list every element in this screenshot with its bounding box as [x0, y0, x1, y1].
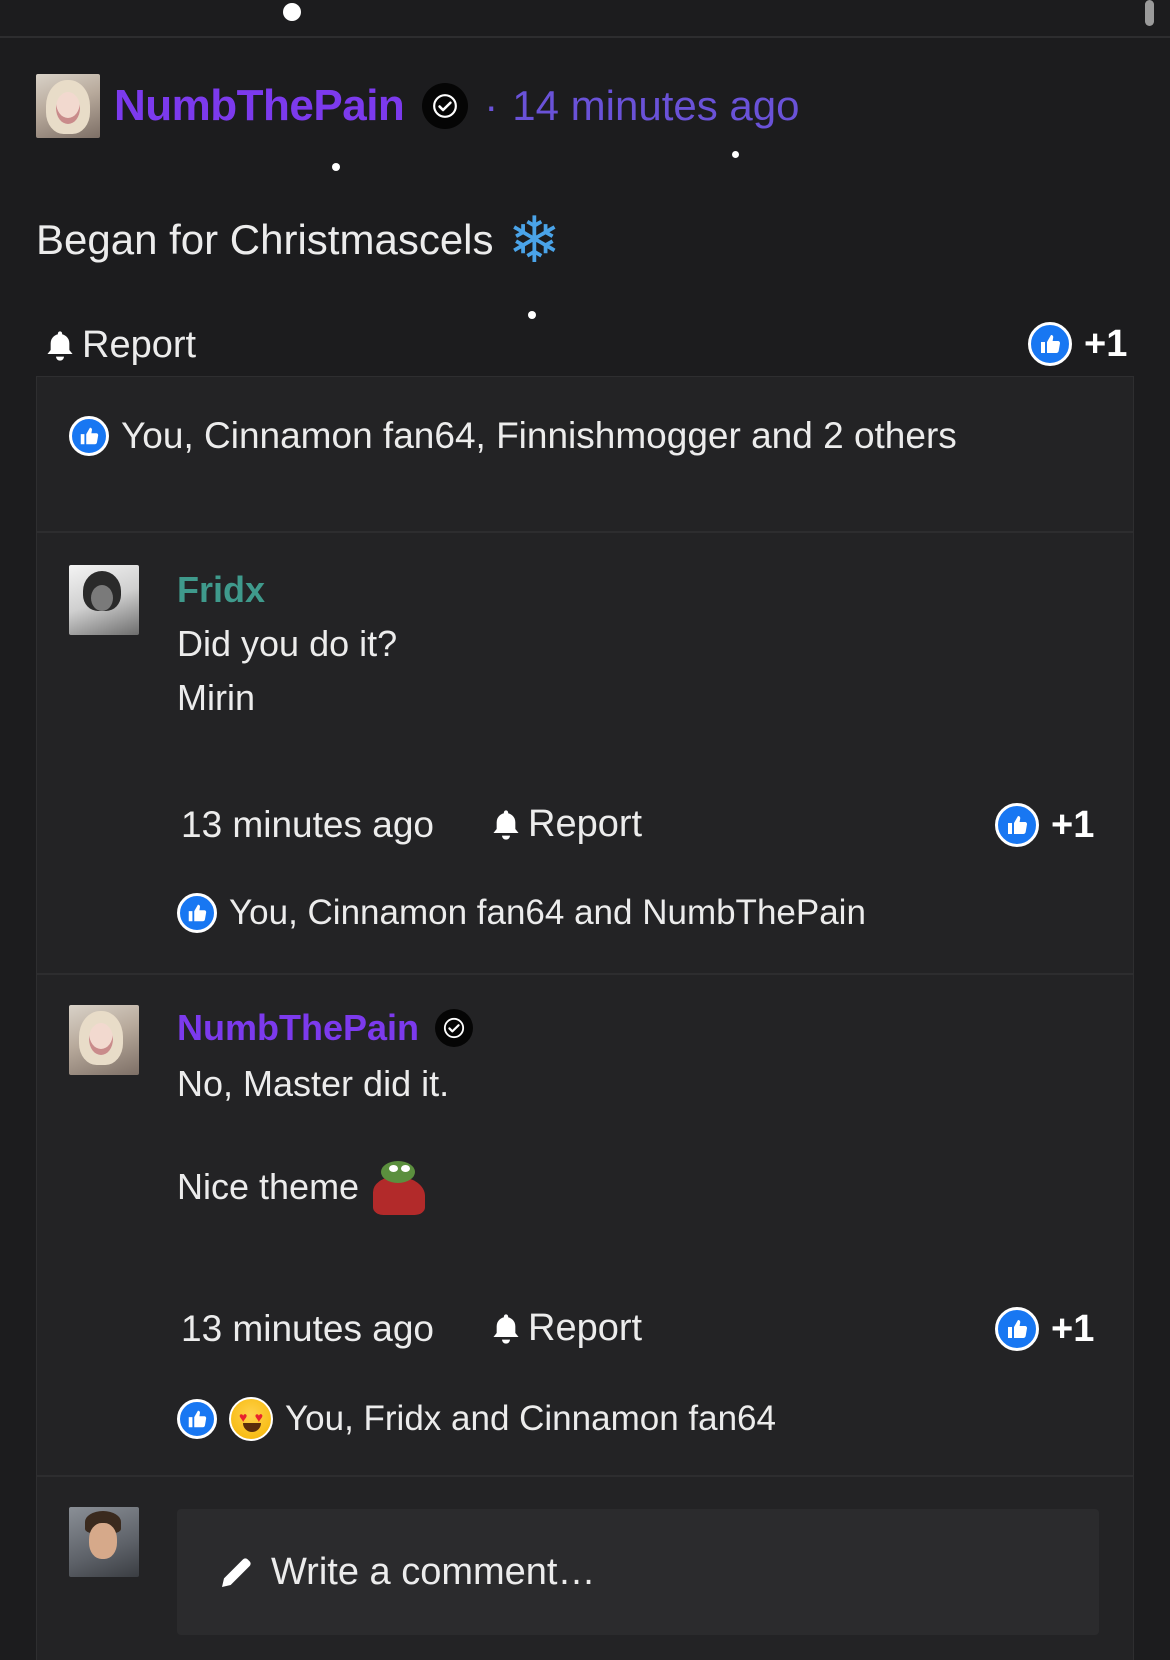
bell-icon: [493, 1313, 519, 1344]
thumbs-up-icon: [995, 803, 1039, 847]
snow-particle: [732, 151, 739, 158]
comment-line: Mirin: [177, 677, 255, 718]
comment-likes-summary[interactable]: ♥ ♥ You, Fridx and Cinnamon fan64: [177, 1397, 776, 1441]
snow-particle: [332, 163, 340, 171]
avatar[interactable]: [69, 565, 139, 635]
snow-particle: [283, 3, 301, 21]
comment-author-name[interactable]: NumbThePain: [177, 1007, 419, 1049]
thumbs-up-icon: [995, 1307, 1039, 1351]
write-comment-placeholder: Write a comment…: [271, 1550, 596, 1593]
comment-avatar[interactable]: [69, 1005, 139, 1075]
top-bar: [0, 0, 1170, 38]
bell-icon: [493, 809, 519, 840]
report-button[interactable]: Report: [490, 1307, 642, 1350]
current-user-avatar[interactable]: [69, 1507, 139, 1577]
post-text: Began for Christmascels: [36, 216, 494, 263]
divider: [37, 531, 1133, 533]
likes-summary-text: You, Cinnamon fan64, Finnishmogger and 2…: [121, 415, 957, 456]
report-button[interactable]: Report: [490, 803, 642, 846]
post-header: NumbThePain · 14 minutes ago: [36, 74, 800, 138]
write-comment-input[interactable]: Write a comment…: [177, 1509, 1099, 1635]
post-body: Began for Christmascels ❄: [36, 208, 561, 272]
comment-likes-summary[interactable]: You, Cinnamon fan64 and NumbThePain: [177, 893, 866, 933]
comments-section: You, Cinnamon fan64, Finnishmogger and 2…: [36, 376, 1134, 1660]
report-label: Report: [82, 324, 197, 366]
bell-icon: [47, 330, 73, 361]
thumbs-up-icon: [1028, 322, 1072, 366]
thumbs-up-icon: [177, 893, 217, 933]
pepe-blanket-emoji-icon: [371, 1159, 427, 1215]
like-count: +1: [1051, 1307, 1095, 1350]
comment-timestamp[interactable]: 13 minutes ago: [181, 1308, 434, 1350]
report-label: Report: [528, 803, 643, 845]
comment-actions: 13 minutes ago Report: [181, 1307, 642, 1350]
thumbs-up-icon: [69, 416, 109, 456]
comment-author[interactable]: Fridx: [177, 569, 265, 611]
comment-line: No, Master did it.: [177, 1063, 450, 1104]
comment-actions: 13 minutes ago Report: [181, 803, 642, 846]
verified-badge-icon: [422, 83, 469, 129]
love-eyes-emoji-icon: ♥ ♥: [229, 1397, 273, 1441]
separator: ·: [484, 82, 499, 129]
snowflake-icon: ❄: [507, 204, 562, 276]
avatar[interactable]: [69, 1005, 139, 1075]
pencil-icon: [222, 1558, 251, 1587]
comment-author[interactable]: NumbThePain: [177, 1007, 474, 1049]
divider: [37, 973, 1133, 975]
verified-badge-icon: [435, 1009, 474, 1047]
likes-summary-text: You, Fridx and Cinnamon fan64: [285, 1399, 776, 1438]
comment-timestamp[interactable]: 13 minutes ago: [181, 804, 434, 846]
report-button[interactable]: Report: [44, 324, 196, 367]
report-label: Report: [528, 1307, 643, 1349]
like-count: +1: [1051, 803, 1095, 846]
like-button[interactable]: +1: [995, 803, 1094, 847]
divider: [37, 1475, 1133, 1477]
comment-line: Did you do it?: [177, 623, 398, 664]
post-timestamp[interactable]: 14 minutes ago: [512, 82, 799, 130]
comment-text: Did you do it? Mirin: [177, 617, 397, 725]
likes-summary-text: You, Cinnamon fan64 and NumbThePain: [229, 893, 866, 932]
like-count: +1: [1084, 322, 1128, 365]
comment-avatar[interactable]: [69, 565, 139, 635]
like-button[interactable]: +1: [1028, 322, 1127, 366]
thumbs-up-icon: [177, 1399, 217, 1439]
post-author[interactable]: NumbThePain: [114, 81, 405, 131]
like-button[interactable]: +1: [995, 1307, 1094, 1351]
avatar[interactable]: [69, 1507, 139, 1577]
comment-author-name[interactable]: Fridx: [177, 569, 265, 611]
comment-text: Nice theme: [177, 1159, 427, 1215]
scrollbar[interactable]: [1145, 0, 1154, 26]
avatar[interactable]: [36, 74, 100, 138]
snow-particle: [528, 311, 536, 319]
comment-text: No, Master did it.: [177, 1057, 449, 1111]
post-likes-summary[interactable]: You, Cinnamon fan64, Finnishmogger and 2…: [69, 415, 957, 457]
comment-line: Nice theme: [177, 1166, 360, 1207]
